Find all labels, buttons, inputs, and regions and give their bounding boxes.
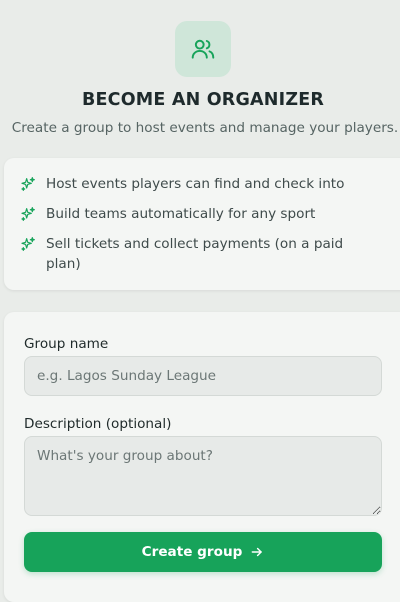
group-name-input[interactable] (24, 356, 382, 396)
description-label: Description (optional) (24, 416, 172, 432)
feature-text: Host events players can find and check i… (46, 176, 345, 192)
users-icon (190, 36, 216, 62)
feature-item: Sell tickets and collect payments (on a … (20, 234, 366, 274)
feature-item: Host events players can find and check i… (20, 174, 366, 194)
page-title: BECOME AN ORGANIZER (81, 90, 325, 110)
feature-item: Build teams automatically for any sport (20, 204, 366, 224)
feature-text: Build teams automatically for any sport (46, 206, 316, 222)
create-group-button[interactable]: Create group (24, 532, 382, 572)
create-group-label: Create group (141, 544, 243, 560)
sparkles-icon (21, 207, 35, 221)
sparkles-icon (21, 177, 35, 191)
group-name-label: Group name (24, 336, 109, 352)
page-subtitle: Create a group to host events and manage… (11, 120, 399, 136)
arrow-right-icon (250, 545, 264, 559)
sparkles-icon (21, 237, 35, 251)
features-card: Host events players can find and check i… (4, 158, 400, 290)
description-textarea[interactable] (24, 436, 382, 516)
feature-text: Sell tickets and collect payments (on a … (46, 236, 344, 272)
organizer-icon-tile (175, 21, 231, 77)
create-group-form: Group name Description (optional) Create… (4, 312, 400, 602)
